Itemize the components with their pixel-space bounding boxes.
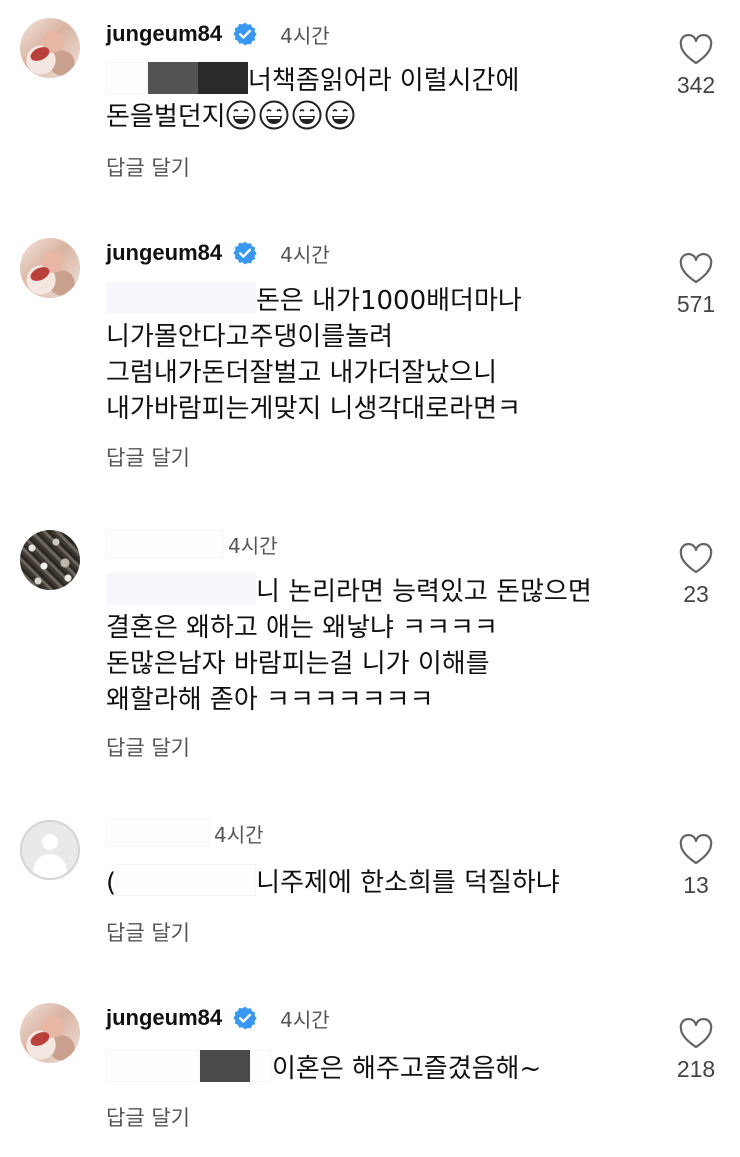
like-control: 23 — [666, 543, 726, 608]
avatar[interactable] — [20, 820, 80, 880]
reply-button[interactable]: 답글 달기 — [106, 732, 190, 762]
like-count: 218 — [676, 1056, 716, 1082]
comment-line: 그럼내가돈더잘벌고 내가더잘났으니 — [106, 358, 497, 388]
comment-line: 돈을벌던지 — [106, 102, 226, 132]
timestamp: 4시간 — [280, 242, 330, 267]
comment-meta: 4시간 — [106, 817, 264, 849]
comment-line: 너책좀읽어라 이럴시간에 — [248, 66, 520, 96]
redaction-block — [116, 864, 257, 896]
default-avatar-icon — [42, 834, 58, 850]
like-control: 218 — [666, 1018, 726, 1083]
emoji-group — [226, 100, 358, 132]
comment-meta: 4시간 — [106, 528, 278, 560]
timestamp: 4시간 — [280, 23, 330, 48]
username[interactable]: jungeum84 — [106, 240, 222, 266]
comment-line: 내가바람피는게맞지 니생각대로라면ㅋ — [106, 394, 521, 424]
grinning-sweat-emoji-icon — [325, 100, 355, 130]
redaction-block — [106, 530, 224, 558]
comment-line: 결혼은 왜하고 애는 왜낳냐 ㅋㅋㅋㅋ — [106, 613, 498, 643]
redaction-block — [106, 573, 256, 605]
heart-outline-icon[interactable] — [678, 543, 714, 575]
like-count: 342 — [676, 72, 716, 98]
avatar[interactable] — [20, 530, 80, 590]
like-control: 13 — [666, 834, 726, 899]
like-control: 571 — [666, 253, 726, 318]
reply-button[interactable]: 답글 달기 — [106, 442, 190, 472]
comment-line: 니가몰안다고주댕이를놀려 — [106, 322, 394, 352]
verified-badge-icon — [233, 1006, 257, 1030]
heart-outline-icon[interactable] — [678, 34, 714, 66]
comment-line: 이혼은 해주고즐겼음해~ — [272, 1054, 542, 1084]
avatar[interactable] — [20, 238, 80, 298]
comment-text: 니 논리라면 능력있고 돈많으면 결혼은 왜하고 애는 왜낳냐 ㅋㅋㅋㅋ 돈많은… — [106, 573, 592, 718]
grinning-sweat-emoji-icon — [292, 100, 322, 130]
comment-text: 이혼은 해주고즐겼음해~ — [106, 1050, 541, 1087]
heart-outline-icon[interactable] — [678, 253, 714, 285]
verified-badge-icon — [233, 241, 257, 265]
redaction-block — [148, 62, 198, 94]
timestamp: 4시간 — [214, 822, 264, 847]
comment-line: 니주제에 한소희를 덕질하냐 — [256, 868, 560, 898]
like-count: 571 — [676, 291, 716, 317]
heart-outline-icon[interactable] — [678, 834, 714, 866]
username[interactable]: jungeum84 — [106, 21, 222, 47]
like-count: 13 — [683, 872, 709, 898]
timestamp: 4시간 — [228, 533, 278, 558]
comment-line: 니 논리라면 능력있고 돈많으면 — [256, 577, 592, 607]
redaction-block — [250, 1050, 272, 1082]
redaction-block — [106, 819, 210, 847]
grinning-sweat-emoji-icon — [259, 100, 289, 130]
heart-outline-icon[interactable] — [678, 1018, 714, 1050]
username[interactable]: jungeum84 — [106, 1005, 222, 1031]
timestamp: 4시간 — [280, 1007, 330, 1032]
comment-text: 너책좀읽어라 이럴시간에 돈을벌던지 — [106, 62, 519, 135]
avatar[interactable] — [20, 18, 80, 78]
redaction-block — [106, 62, 148, 94]
comment-line: 왜할라해 졷아 ㅋㅋㅋㅋㅋㅋㅋ — [106, 685, 434, 715]
comment-meta: jungeum84 4시간 — [106, 18, 330, 50]
redaction-block — [200, 1050, 250, 1082]
comment-line: ( — [106, 868, 117, 898]
reply-button[interactable]: 답글 달기 — [106, 1102, 190, 1132]
redaction-block — [106, 282, 256, 314]
reply-button[interactable]: 답글 달기 — [106, 152, 190, 182]
comment-text: ( 니주제에 한소희를 덕질하냐 — [106, 864, 560, 901]
avatar[interactable] — [20, 1003, 80, 1063]
comment-text: 돈은 내가1000배더마나 니가몰안다고주댕이를놀려 그럼내가돈더잘벌고 내가더… — [106, 282, 522, 427]
redaction-block — [198, 62, 248, 94]
redaction-block — [106, 1050, 200, 1082]
comment-line: 돈은 내가1000배더마나 — [256, 286, 522, 316]
verified-badge-icon — [233, 22, 257, 46]
like-count: 23 — [683, 581, 709, 607]
reply-button[interactable]: 답글 달기 — [106, 917, 190, 947]
comment-meta: jungeum84 4시간 — [106, 237, 330, 269]
comment-meta: jungeum84 4시간 — [106, 1002, 330, 1034]
like-control: 342 — [666, 34, 726, 99]
grinning-sweat-emoji-icon — [226, 100, 256, 130]
comment-line: 돈많은남자 바람피는걸 니가 이해를 — [106, 649, 490, 679]
